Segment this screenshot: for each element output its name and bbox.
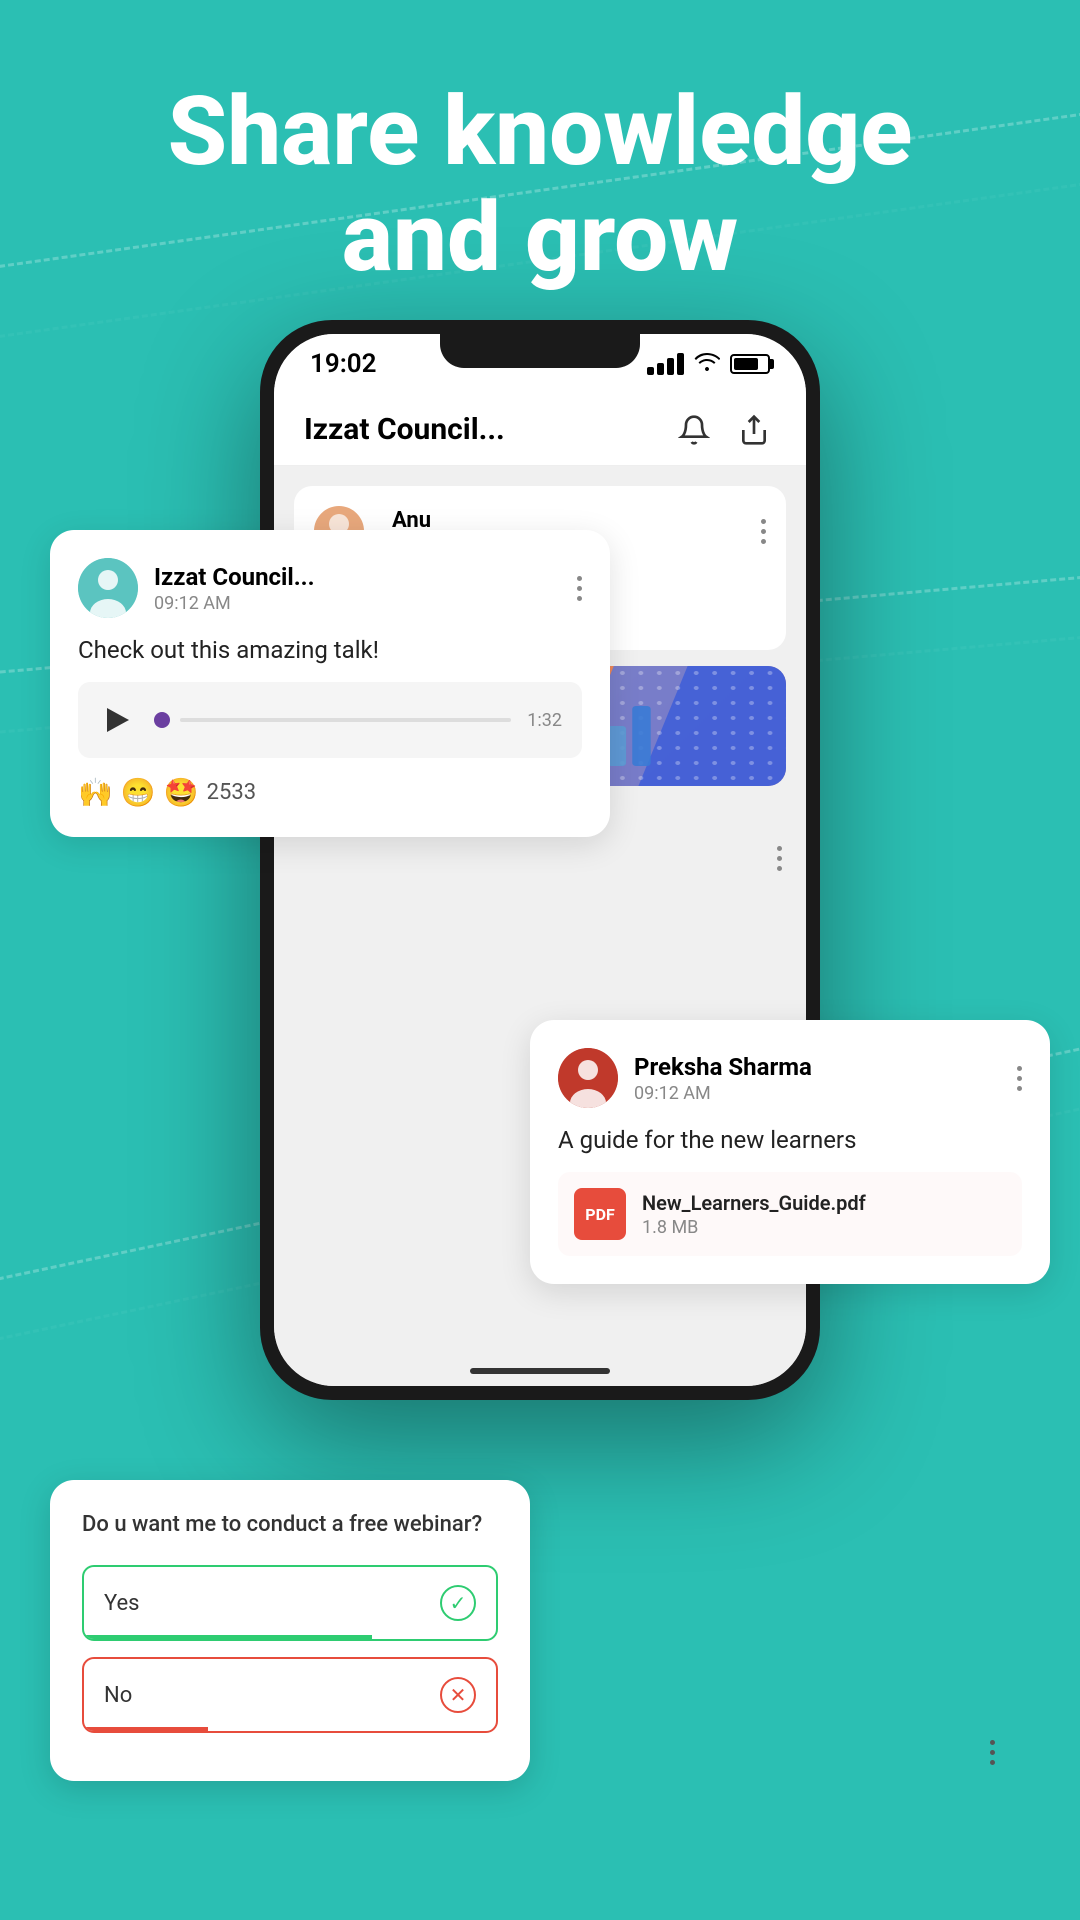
poll-yes-check-icon: ✓ <box>440 1585 476 1621</box>
poll-no-label: No <box>104 1683 132 1708</box>
izzat-name: Izzat Council... <box>154 563 315 591</box>
preksha-menu-button[interactable] <box>1017 1066 1022 1091</box>
poll-option-no[interactable]: No ✕ <box>82 1657 498 1733</box>
poll-yes-bar <box>84 1635 372 1639</box>
card-preksha: Preksha Sharma 09:12 AM A guide for the … <box>530 1020 1050 1284</box>
audio-dot-icon <box>154 712 170 728</box>
audio-duration: 1:32 <box>527 710 562 731</box>
screen-menu-button[interactable] <box>777 846 782 871</box>
audio-progress[interactable] <box>154 712 511 728</box>
preksha-avatar <box>558 1048 618 1108</box>
hero-title: Share knowledge and grow <box>0 80 1080 291</box>
notification-button[interactable] <box>672 408 716 452</box>
poll-no-bar <box>84 1727 208 1731</box>
pdf-filename: New_Learners_Guide.pdf <box>642 1191 866 1215</box>
preksha-time: 09:12 AM <box>634 1083 812 1104</box>
wifi-icon <box>694 350 720 378</box>
pdf-filesize: 1.8 MB <box>642 1217 866 1238</box>
status-time: 19:02 <box>310 349 377 379</box>
signal-bars-icon <box>647 353 684 375</box>
reaction-count: 2533 <box>207 780 256 805</box>
audio-player: 1:32 <box>78 682 582 758</box>
izzat-menu-button[interactable] <box>577 576 582 601</box>
pdf-icon: PDF <box>574 1188 626 1240</box>
preksha-name: Preksha Sharma <box>634 1053 812 1081</box>
play-triangle-icon <box>107 708 129 732</box>
status-icons <box>647 350 770 378</box>
poll-question: Do u want me to conduct a free webinar? <box>82 1512 498 1537</box>
reaction-emoji-1: 🙌 <box>78 776 113 809</box>
poll-yes-label: Yes <box>104 1591 140 1616</box>
home-bar <box>470 1368 610 1374</box>
reactions: 🙌 😁 🤩 2533 <box>78 776 582 809</box>
bottom-menu-button[interactable] <box>990 1740 995 1765</box>
izzat-message: Check out this amazing talk! <box>78 636 582 664</box>
share-button[interactable] <box>732 408 776 452</box>
card-poll: Do u want me to conduct a free webinar? … <box>50 1480 530 1781</box>
app-title: Izzat Council... <box>304 412 656 447</box>
reaction-emoji-2: 😁 <box>121 776 156 809</box>
preksha-message: A guide for the new learners <box>558 1126 1022 1154</box>
izzat-time: 09:12 AM <box>154 593 315 614</box>
phone-notch <box>440 334 640 368</box>
izzat-avatar <box>78 558 138 618</box>
poll-option-yes[interactable]: Yes ✓ <box>82 1565 498 1641</box>
inner-menu-button[interactable] <box>761 519 766 544</box>
reaction-emoji-3: 🤩 <box>164 776 199 809</box>
app-header: Izzat Council... <box>274 394 806 466</box>
play-button[interactable] <box>98 700 138 740</box>
card-izzat: Izzat Council... 09:12 AM Check out this… <box>50 530 610 837</box>
audio-track <box>180 718 511 722</box>
pdf-attachment[interactable]: PDF New_Learners_Guide.pdf 1.8 MB <box>558 1172 1022 1256</box>
poll-no-cross-icon: ✕ <box>440 1677 476 1713</box>
battery-icon <box>730 354 770 374</box>
